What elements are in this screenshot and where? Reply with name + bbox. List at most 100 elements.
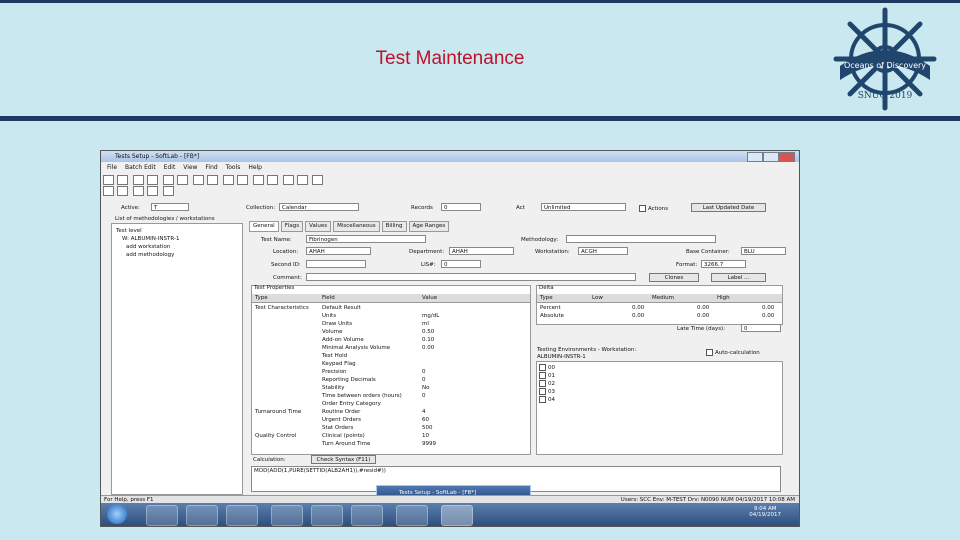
workstation-icon[interactable] (103, 186, 114, 196)
tab-general[interactable]: General (249, 221, 279, 232)
collection-select[interactable]: Calendar (279, 203, 359, 211)
property-value[interactable]: 10 (422, 433, 429, 439)
menu-file[interactable]: File (107, 163, 117, 173)
menu-view[interactable]: View (183, 163, 197, 173)
property-value[interactable]: ml (422, 321, 429, 327)
delta-row-high[interactable]: 0.00 (762, 305, 774, 311)
delta-row-high[interactable]: 0.00 (762, 313, 774, 319)
auto-calculation-toggle[interactable]: Auto-calculation (706, 349, 760, 356)
tab-age-ranges[interactable]: Age Ranges (408, 221, 450, 232)
paste-icon[interactable] (192, 175, 204, 185)
property-value[interactable]: 60 (422, 417, 429, 423)
next-record-icon[interactable] (266, 175, 278, 185)
tab-values[interactable]: Values (305, 221, 332, 232)
previous-record-icon[interactable] (252, 175, 264, 185)
check-syntax-button[interactable]: Check Syntax (F11) (311, 455, 376, 464)
start-button[interactable] (107, 504, 127, 524)
lis-field[interactable]: 0 (441, 260, 481, 268)
tests-setup-window-icon[interactable] (441, 505, 473, 526)
second-id-field[interactable] (306, 260, 366, 268)
environment-item[interactable]: 02 (539, 380, 555, 387)
property-value[interactable]: 9999 (422, 441, 436, 447)
terminal-icon[interactable] (351, 505, 383, 526)
property-value[interactable]: 0.50 (422, 329, 434, 335)
settings-icon[interactable] (146, 186, 158, 196)
action-select[interactable]: Unlimited (541, 203, 626, 211)
property-value[interactable]: 0.10 (422, 337, 434, 343)
environment-item[interactable]: 03 (539, 388, 555, 395)
document-icon[interactable] (396, 505, 428, 526)
close-button[interactable] (779, 152, 795, 162)
delete-icon[interactable] (206, 175, 218, 185)
auto-calculation-checkbox[interactable] (706, 349, 713, 356)
open-icon[interactable] (117, 175, 128, 185)
users-icon[interactable] (132, 186, 144, 196)
delta-row-medium[interactable]: 0.00 (697, 313, 709, 319)
property-value[interactable]: 0 (422, 369, 426, 375)
records-field[interactable]: 0 (441, 203, 481, 211)
environment-checkbox[interactable] (539, 380, 546, 387)
delta-row-low[interactable]: 0.00 (632, 305, 644, 311)
softlab-app-icon[interactable] (271, 505, 303, 526)
menu-tools[interactable]: Tools (226, 163, 241, 173)
refresh-icon[interactable] (296, 175, 308, 185)
environment-item[interactable]: 00 (539, 364, 555, 371)
late-time-field[interactable]: 0 (741, 324, 781, 332)
cut-icon[interactable] (162, 175, 174, 185)
softlab-app-icon[interactable] (311, 505, 343, 526)
last-updated-button[interactable]: Last Updated Date (691, 203, 766, 212)
delta-row-low[interactable]: 0.00 (632, 313, 644, 319)
environment-item[interactable]: 04 (539, 396, 555, 403)
environment-checkbox[interactable] (539, 396, 546, 403)
label-button[interactable]: Label ... (711, 273, 766, 282)
base-container-field[interactable]: BLU (741, 247, 786, 255)
tree-item[interactable]: add workstation (126, 244, 170, 250)
format-field[interactable]: 3266.7 (701, 260, 746, 268)
actions-checkbox[interactable] (639, 205, 646, 212)
minimize-button[interactable] (747, 152, 763, 162)
menu-edit[interactable]: Edit (164, 163, 176, 173)
tab-billing[interactable]: Billing (381, 221, 407, 232)
menu-help[interactable]: Help (248, 163, 262, 173)
property-value[interactable]: 0.00 (422, 345, 434, 351)
tree-item[interactable]: add methodology (126, 252, 174, 258)
help-icon[interactable] (312, 175, 324, 185)
tab-flags[interactable]: Flags (280, 221, 304, 232)
property-value[interactable]: 0 (422, 377, 426, 383)
maximize-button[interactable] (763, 152, 779, 162)
report-icon[interactable] (162, 186, 174, 196)
tab-miscellaneous[interactable]: Miscellaneous (333, 221, 380, 232)
environment-checkbox[interactable] (539, 372, 546, 379)
copy-icon[interactable] (176, 175, 188, 185)
environment-checkbox[interactable] (539, 364, 546, 371)
property-value[interactable]: No (422, 385, 429, 391)
actions-checkbox-label[interactable]: Actions (639, 205, 668, 212)
menu-batch-edit[interactable]: Batch Edit (125, 163, 156, 173)
property-value[interactable]: 0 (422, 393, 426, 399)
environment-item[interactable]: 01 (539, 372, 555, 379)
active-field[interactable]: T (151, 203, 189, 211)
delta-row-medium[interactable]: 0.00 (697, 305, 709, 311)
new-icon[interactable] (103, 175, 114, 185)
internet-explorer-icon[interactable] (146, 505, 178, 526)
property-value[interactable]: 500 (422, 425, 433, 431)
last-record-icon[interactable] (282, 175, 294, 185)
methodology-select[interactable] (566, 235, 716, 243)
menu-find[interactable]: Find (205, 163, 217, 173)
print-icon[interactable] (146, 175, 158, 185)
property-value[interactable]: 4 (422, 409, 426, 415)
methodology-icon[interactable] (117, 186, 128, 196)
test-name-field[interactable]: Fibrinogen (306, 235, 426, 243)
tree-item[interactable]: W: ALBUMIN-INSTR-1 (122, 236, 179, 242)
find-icon[interactable] (222, 175, 234, 185)
environment-checkbox[interactable] (539, 388, 546, 395)
comment-field[interactable] (306, 273, 636, 281)
workstation-field[interactable]: ACGH (578, 247, 628, 255)
department-field[interactable]: AHAH (449, 247, 514, 255)
clones-button[interactable]: Clones (649, 273, 699, 282)
location-field[interactable]: AHAH (306, 247, 371, 255)
save-icon[interactable] (132, 175, 144, 185)
media-player-icon[interactable] (226, 505, 258, 526)
property-value[interactable]: mg/dL (422, 313, 439, 319)
tree-item[interactable]: Test level (116, 228, 142, 234)
